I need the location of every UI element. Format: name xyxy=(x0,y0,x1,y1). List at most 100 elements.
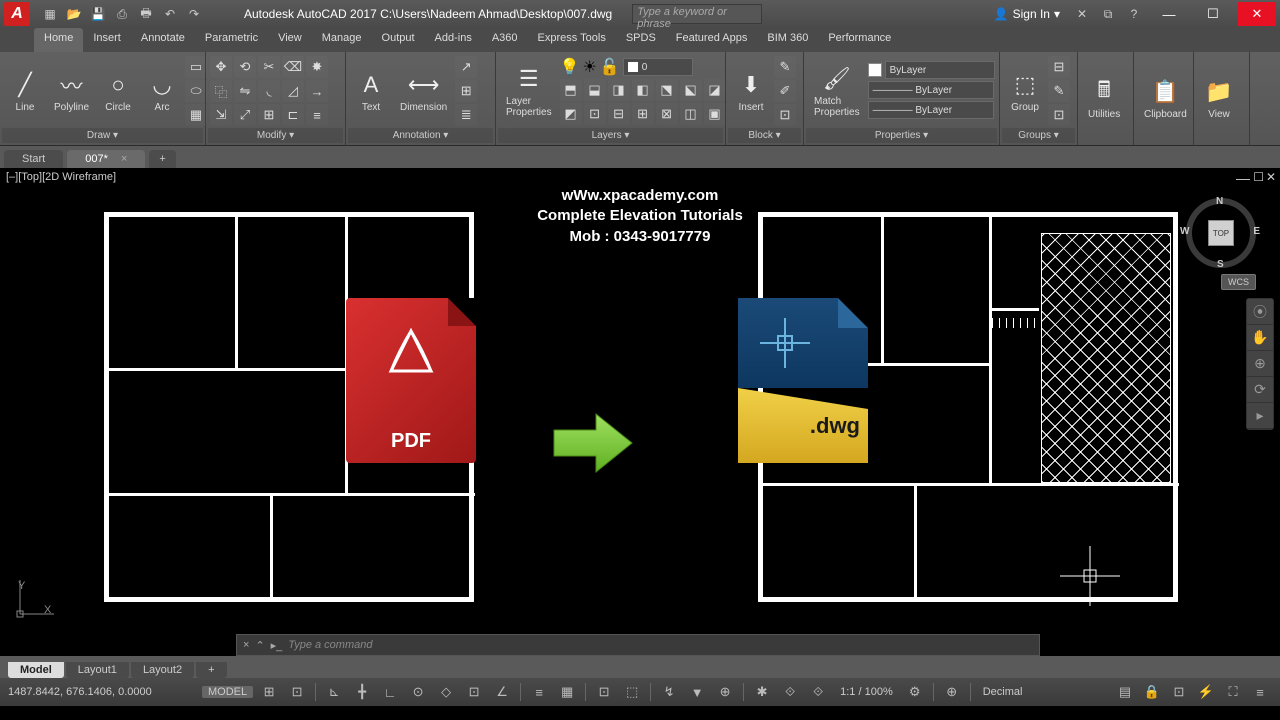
tab-start[interactable]: Start xyxy=(4,150,63,168)
tab-output[interactable]: Output xyxy=(372,28,425,52)
lay-11-icon[interactable]: ⊞ xyxy=(632,103,654,125)
units-label[interactable]: Decimal xyxy=(977,686,1029,698)
custom-icon[interactable]: ≡ xyxy=(1248,681,1272,703)
dynamic-icon[interactable]: ╋ xyxy=(350,681,374,703)
clipboard-button[interactable]: 📋Clipboard xyxy=(1138,75,1193,122)
snap-icon[interactable]: ⊡ xyxy=(285,681,309,703)
linetype-dropdown[interactable]: ———— ByLayer xyxy=(868,101,994,119)
panel-modify-title[interactable]: Modify ▾ xyxy=(208,128,343,143)
tab-close-icon[interactable]: × xyxy=(121,153,127,165)
tab-insert[interactable]: Insert xyxy=(83,28,131,52)
app-logo[interactable]: A xyxy=(4,2,30,26)
cmd-recent-icon[interactable]: ⌃ xyxy=(255,639,264,652)
tab-home[interactable]: Home xyxy=(34,28,83,52)
array-icon[interactable]: ⊞ xyxy=(258,104,280,126)
signin-button[interactable]: 👤Sign In▾ xyxy=(988,7,1066,21)
create-icon[interactable]: ✎ xyxy=(774,56,796,78)
lw-icon[interactable]: ≡ xyxy=(527,681,551,703)
offset-icon[interactable]: ⊏ xyxy=(282,104,304,126)
circle-button[interactable]: ○Circle xyxy=(97,68,139,115)
ann-vis-icon[interactable]: ✱ xyxy=(750,681,774,703)
zoom-extents-icon[interactable]: ⊕ xyxy=(1247,351,1273,377)
isolate-icon[interactable]: ⊡ xyxy=(1167,681,1191,703)
keyword-search[interactable]: Type a keyword or phrase xyxy=(632,4,762,24)
tab-parametric[interactable]: Parametric xyxy=(195,28,268,52)
lay-6-icon[interactable]: ⬕ xyxy=(680,79,702,101)
lay-9-icon[interactable]: ⊡ xyxy=(584,103,606,125)
table-icon[interactable]: ⊞ xyxy=(455,80,477,102)
clean-icon[interactable]: ⛶ xyxy=(1221,681,1245,703)
tab-express[interactable]: Express Tools xyxy=(528,28,616,52)
monitor-icon[interactable]: ⊕ xyxy=(940,681,964,703)
vp-close-icon[interactable]: ✕ xyxy=(1266,170,1276,184)
stretch-icon[interactable]: ⇲ xyxy=(210,104,232,126)
tab-performance[interactable]: Performance xyxy=(818,28,901,52)
dynucs-icon[interactable]: ↯ xyxy=(657,681,681,703)
panel-props-title[interactable]: Properties ▾ xyxy=(806,128,997,143)
lay-3-icon[interactable]: ◨ xyxy=(608,79,630,101)
tab-layout-add[interactable]: + xyxy=(196,662,226,678)
lay-7-icon[interactable]: ◪ xyxy=(704,79,726,101)
color-dropdown[interactable]: ByLayer xyxy=(885,61,995,79)
extend-icon[interactable]: → xyxy=(306,80,328,102)
panel-block-title[interactable]: Block ▾ xyxy=(728,128,801,143)
erase-icon[interactable]: ⌫ xyxy=(282,56,304,78)
model-toggle[interactable]: MODEL xyxy=(202,686,253,698)
tab-bim360[interactable]: BIM 360 xyxy=(757,28,818,52)
minimize-button[interactable]: — xyxy=(1150,2,1188,26)
ellipse-icon[interactable]: ⬭ xyxy=(185,80,207,102)
attr-icon[interactable]: ⊡ xyxy=(774,104,796,126)
pan-icon[interactable]: ✋ xyxy=(1247,325,1273,351)
lay-2-icon[interactable]: ⬓ xyxy=(584,79,606,101)
edit-icon[interactable]: ✐ xyxy=(774,80,796,102)
lay-14-icon[interactable]: ▣ xyxy=(704,103,726,125)
orbit-icon[interactable]: ⟳ xyxy=(1247,377,1273,403)
maximize-button[interactable]: ☐ xyxy=(1194,2,1232,26)
vp-maximize-icon[interactable]: ☐ xyxy=(1253,170,1264,184)
insert-button[interactable]: ⬇Insert xyxy=(730,68,772,115)
hw-icon[interactable]: ⚡ xyxy=(1194,681,1218,703)
grp-sel-icon[interactable]: ⊡ xyxy=(1048,104,1070,126)
tab-featured[interactable]: Featured Apps xyxy=(666,28,758,52)
infer-icon[interactable]: ⊾ xyxy=(322,681,346,703)
leader-icon[interactable]: ↗ xyxy=(455,56,477,78)
layer-dropdown[interactable]: 0 xyxy=(623,58,693,76)
tab-model[interactable]: Model xyxy=(8,662,64,678)
lock-ui-icon[interactable]: 🔒 xyxy=(1140,681,1164,703)
tab-doc[interactable]: 007* × xyxy=(67,150,145,168)
gizmo-icon[interactable]: ⊕ xyxy=(713,681,737,703)
tab-a360[interactable]: A360 xyxy=(482,28,528,52)
track-icon[interactable]: ∠ xyxy=(490,681,514,703)
tab-addins[interactable]: Add-ins xyxy=(425,28,482,52)
qprops-icon[interactable]: ▤ xyxy=(1113,681,1137,703)
close-button[interactable]: ✕ xyxy=(1238,2,1276,26)
drawing-canvas[interactable]: [–][Top][2D Wireframe] — ☐ ✕ wWw.xpacade… xyxy=(0,168,1280,656)
utilities-button[interactable]: 🖩Utilities xyxy=(1082,75,1126,122)
viewport-label[interactable]: [–][Top][2D Wireframe] xyxy=(6,171,116,183)
lay-12-icon[interactable]: ⊠ xyxy=(656,103,678,125)
line-button[interactable]: ╱Line xyxy=(4,68,46,115)
tab-layout1[interactable]: Layout1 xyxy=(66,662,129,678)
lay-13-icon[interactable]: ◫ xyxy=(680,103,702,125)
qat-plot-icon[interactable]: 🖶 xyxy=(136,4,156,24)
view-button[interactable]: 📁View xyxy=(1198,75,1240,122)
iso-icon[interactable]: ◇ xyxy=(434,681,458,703)
tab-add[interactable]: + xyxy=(149,150,175,168)
layerprops-button[interactable]: ☰Layer Properties xyxy=(500,62,558,120)
lay-8-icon[interactable]: ◩ xyxy=(560,103,582,125)
tab-view[interactable]: View xyxy=(268,28,312,52)
ann-scale-icon[interactable]: ⟐ xyxy=(806,681,830,703)
help-icon[interactable]: ? xyxy=(1124,4,1144,24)
move-icon[interactable]: ✥ xyxy=(210,56,232,78)
fillet-icon[interactable]: ◟ xyxy=(258,80,280,102)
grp-edit-icon[interactable]: ✎ xyxy=(1048,80,1070,102)
scale-label[interactable]: 1:1 / 100% xyxy=(834,686,899,698)
hatch-icon[interactable]: ▦ xyxy=(185,104,207,126)
filter-icon[interactable]: ▼ xyxy=(685,681,709,703)
cmd-close-icon[interactable]: × xyxy=(243,639,249,651)
wcs-badge[interactable]: WCS xyxy=(1221,274,1256,290)
arc-button[interactable]: ◡Arc xyxy=(141,68,183,115)
lay-4-icon[interactable]: ◧ xyxy=(632,79,654,101)
qat-redo-icon[interactable]: ↷ xyxy=(184,4,204,24)
qat-open-icon[interactable]: 📂 xyxy=(64,4,84,24)
